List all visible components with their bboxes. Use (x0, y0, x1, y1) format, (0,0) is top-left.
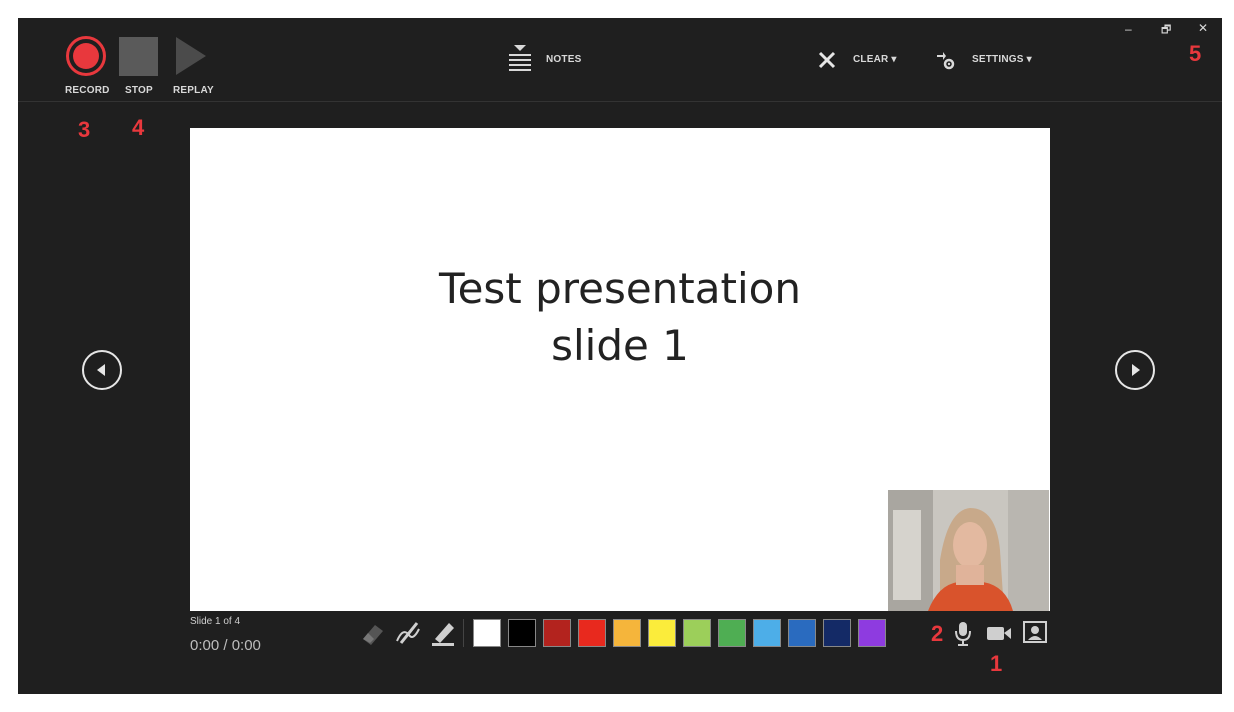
annotation-record: 3 (78, 117, 91, 142)
highlighter-icon (432, 623, 454, 646)
close-button[interactable]: ✕ (1198, 21, 1208, 35)
presenter-video (888, 490, 1049, 611)
previous-slide-icon (97, 364, 105, 376)
slide-title: Test presentation slide 1 (439, 264, 801, 370)
settings-label: SETTINGS ▾ (972, 54, 1032, 65)
next-slide-icon (1132, 364, 1140, 376)
replay-button[interactable] (176, 37, 206, 75)
next-slide-button[interactable] (1115, 350, 1155, 390)
color-swatch-light-blue[interactable] (753, 619, 781, 647)
previous-slide-button[interactable] (82, 350, 122, 390)
recording-time: 0:00 / 0:00 (190, 637, 261, 654)
eraser-icon (363, 625, 383, 645)
record-button[interactable] (66, 36, 106, 76)
annotation-stop: 4 (132, 115, 145, 140)
color-swatch-orange[interactable] (613, 619, 641, 647)
eraser-button[interactable] (359, 619, 387, 647)
microphone-toggle[interactable] (953, 619, 973, 652)
minimize-button[interactable]: – (1125, 22, 1132, 36)
record-label[interactable]: RECORD (65, 85, 110, 96)
notes-button[interactable]: NOTES (507, 45, 597, 73)
recording-window: RECORD STOP REPLAY 3 4 NOTES CLEAR ▾ SET… (18, 18, 1222, 694)
color-swatch-blue[interactable] (788, 619, 816, 647)
settings-icon (937, 52, 955, 70)
clear-button[interactable]: CLEAR ▾ (818, 50, 903, 72)
clear-icon (818, 51, 836, 69)
color-swatch-white[interactable] (473, 619, 501, 647)
notes-icon (509, 45, 531, 71)
pen-icon (396, 622, 420, 644)
stop-button[interactable] (119, 37, 158, 76)
highlighter-button[interactable] (429, 619, 457, 647)
camera-preview-icon (1023, 621, 1047, 643)
clear-label: CLEAR ▾ (853, 54, 897, 65)
record-dot (73, 43, 99, 69)
webcam-preview (888, 490, 1049, 611)
color-swatch-black[interactable] (508, 619, 536, 647)
stop-label[interactable]: STOP (125, 85, 153, 96)
camera-toggle[interactable] (985, 622, 1013, 649)
annotation-microphone: 2 (931, 621, 944, 646)
color-swatch-yellow[interactable] (648, 619, 676, 647)
color-swatch-purple[interactable] (858, 619, 886, 647)
camera-icon (987, 627, 1011, 640)
notes-label: NOTES (546, 54, 582, 65)
annotation-close: 5 (1189, 41, 1202, 66)
color-swatch-navy[interactable] (823, 619, 851, 647)
color-swatch-red[interactable] (578, 619, 606, 647)
annotation-camera: 1 (990, 651, 1003, 676)
tool-divider (463, 619, 464, 647)
toolbar-divider (18, 101, 1222, 102)
slide-counter: Slide 1 of 4 (190, 616, 241, 627)
settings-button[interactable]: SETTINGS ▾ (935, 48, 1040, 72)
restore-button[interactable]: 🗗 (1161, 21, 1171, 40)
pen-button[interactable] (393, 619, 423, 647)
camera-preview-toggle[interactable] (1023, 621, 1047, 648)
replay-icon (176, 37, 206, 75)
microphone-icon (955, 622, 971, 646)
replay-label[interactable]: REPLAY (173, 85, 214, 96)
color-swatch-dark-red[interactable] (543, 619, 571, 647)
color-swatch-green[interactable] (718, 619, 746, 647)
color-swatch-light-green[interactable] (683, 619, 711, 647)
